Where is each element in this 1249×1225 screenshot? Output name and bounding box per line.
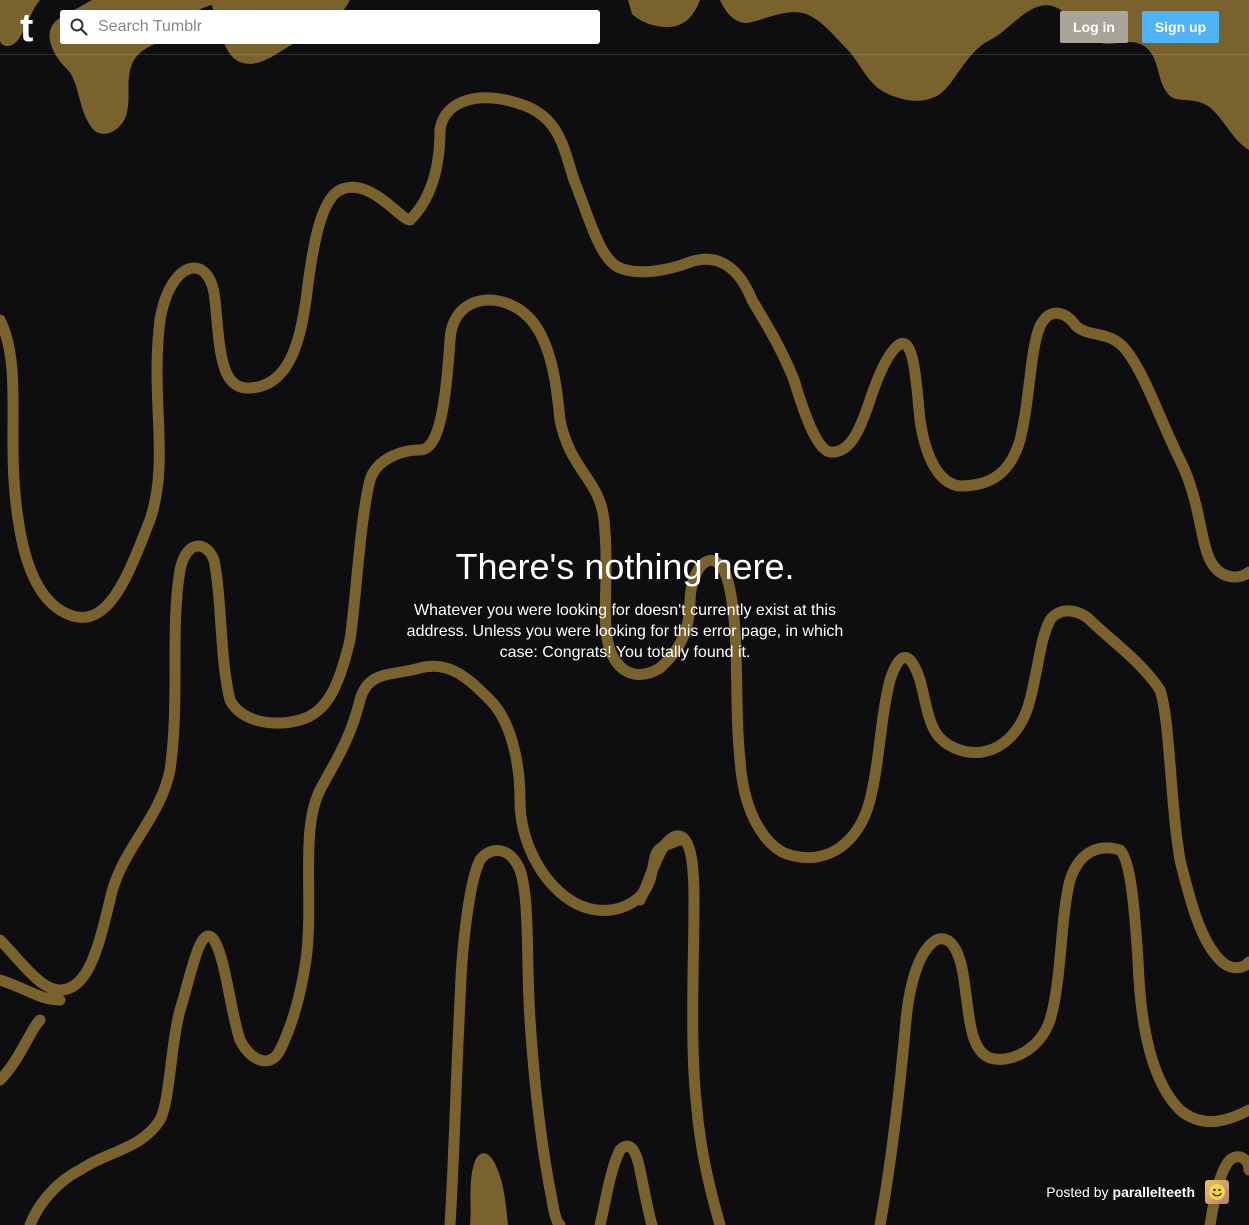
author-link[interactable]: parallelteeth: [1113, 1184, 1195, 1200]
smiley-avatar-icon[interactable]: [1205, 1180, 1229, 1204]
posted-by-footer: Posted by parallelteeth: [1046, 1179, 1229, 1205]
error-title: There's nothing here.: [455, 546, 795, 587]
top-navigation-bar: t Log in Sign up: [0, 0, 1249, 55]
search-input[interactable]: [98, 10, 588, 44]
error-page: t Log in Sign up There's nothing here. W…: [0, 0, 1249, 1225]
error-description: Whatever you were looking for doesn't cu…: [406, 602, 844, 661]
signup-button[interactable]: Sign up: [1142, 11, 1219, 43]
posted-by-label: Posted by: [1046, 1184, 1109, 1200]
login-button[interactable]: Log in: [1060, 11, 1128, 43]
error-message-panel: There's nothing here. Whatever you were …: [390, 540, 860, 663]
search-box[interactable]: [60, 10, 600, 44]
search-icon: [70, 18, 88, 36]
tumblr-logo-icon[interactable]: t: [20, 8, 46, 48]
